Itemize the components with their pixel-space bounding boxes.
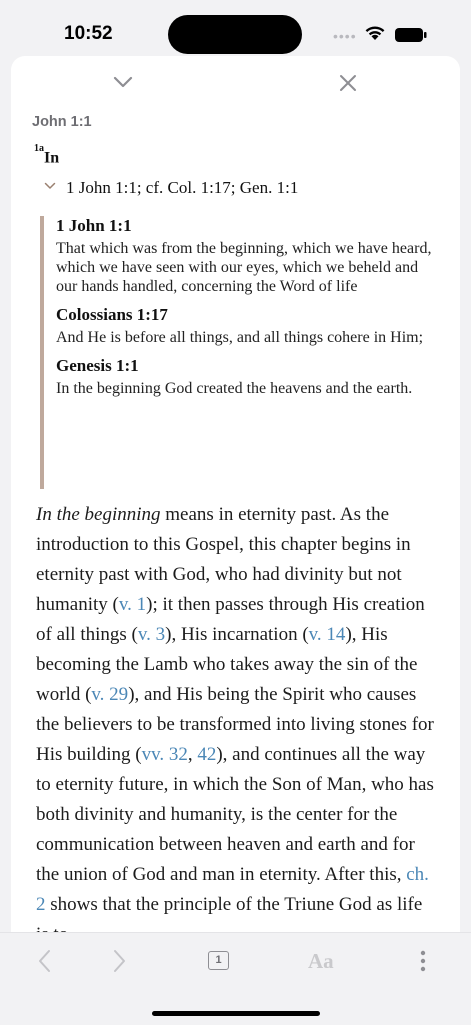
italic-phrase: In the beginning (36, 504, 161, 525)
verse-reference: John 1:1 (32, 114, 92, 130)
status-time: 10:52 (64, 23, 113, 44)
footnote-body: In the beginning means in eternity past.… (36, 500, 438, 932)
cross-reference-toggle[interactable]: 1 John 1:1; cf. Col. 1:17; Gen. 1:1 (44, 178, 298, 198)
verse-link[interactable]: v. 1 (119, 594, 146, 615)
verse-link[interactable]: v. 14 (309, 624, 346, 645)
footnote-word: In (44, 149, 60, 167)
chevron-down-icon[interactable] (111, 73, 135, 91)
home-indicator[interactable] (152, 1011, 320, 1016)
cross-reference-quotes: 1 John 1:1 That which was from the begin… (40, 216, 435, 489)
body-text: ), His incarnation ( (165, 624, 309, 645)
quote-text: In the beginning God created the heavens… (56, 380, 413, 397)
body-text: , (187, 744, 198, 765)
close-icon[interactable] (337, 72, 359, 94)
cross-reference-list: 1 John 1:1; cf. Col. 1:17; Gen. 1:1 (66, 178, 299, 197)
chevron-down-icon (44, 182, 56, 189)
text-size-button[interactable]: Aa (308, 947, 334, 975)
dynamic-island (168, 15, 302, 54)
verse-link[interactable]: vv. 32 (142, 744, 188, 765)
quote-reference[interactable]: Genesis 1:1 (56, 356, 435, 376)
body-text: ), and continues all the way to eternity… (36, 744, 434, 885)
quote-text: And He is before all things, and all thi… (56, 329, 424, 346)
back-arrow-icon[interactable] (36, 947, 54, 975)
verse-link[interactable]: v. 29 (91, 684, 128, 705)
quote-reference[interactable]: 1 John 1:1 (56, 216, 435, 236)
tabs-count: 1 (215, 954, 222, 966)
battery-icon (395, 28, 427, 42)
wifi-icon (365, 26, 385, 40)
footnote-heading: 1aIn (34, 143, 60, 167)
more-options-icon[interactable] (418, 947, 428, 975)
verse-link[interactable]: v. 3 (138, 624, 165, 645)
quote-text: That which was from the beginning, which… (56, 240, 432, 295)
forward-arrow-icon[interactable] (110, 947, 128, 975)
footnote-mark: 1a (34, 143, 44, 154)
cellular-signal-icon: •••• (333, 28, 357, 44)
status-bar: 10:52 •••• (0, 0, 471, 60)
quote-reference[interactable]: Colossians 1:17 (56, 305, 435, 325)
tabs-button[interactable]: 1 (208, 951, 229, 970)
footnote-sheet: John 1:1 1aIn 1 John 1:1; cf. Col. 1:17;… (11, 56, 460, 932)
body-text: shows that the principle of the Triune G… (36, 894, 423, 932)
verse-link[interactable]: 42 (197, 744, 216, 765)
